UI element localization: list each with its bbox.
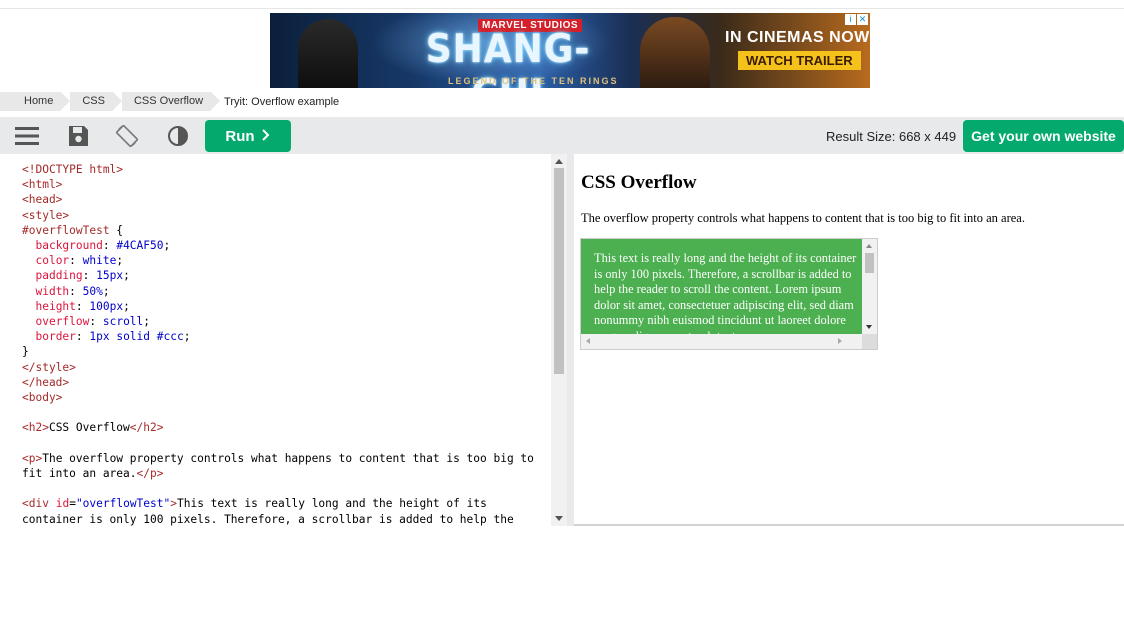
css-val-background: #4CAF50 xyxy=(116,239,164,253)
ad-subtitle: LEGEND OF THE TEN RINGS xyxy=(448,76,619,86)
ad-banner[interactable]: MARVEL STUDIOS SHANG-CHI LEGEND OF THE T… xyxy=(270,13,870,88)
breadcrumb-current: Tryit: Overflow example xyxy=(224,95,340,108)
breadcrumb: Home CSS CSS Overflow Tryit: Overflow ex… xyxy=(0,92,339,111)
css-prop-color: color xyxy=(35,254,70,268)
code-line-4: <style> xyxy=(22,208,70,222)
code-line-2: <html> xyxy=(22,178,63,192)
ad-tagline: IN CINEMAS NOW xyxy=(725,29,870,46)
css-prop-padding: padding xyxy=(35,269,83,283)
scrollbar-corner xyxy=(862,334,877,349)
h2-close-tag: </h2> xyxy=(129,421,164,435)
breadcrumb-css-overflow[interactable]: CSS Overflow xyxy=(121,92,221,111)
code-line-3: <head> xyxy=(22,193,63,207)
ad-character-right xyxy=(640,17,710,88)
scroll-right-icon[interactable] xyxy=(838,338,842,344)
overflow-horizontal-scrollbar[interactable] xyxy=(581,334,862,349)
ad-character-left xyxy=(298,19,358,88)
css-brace-close: } xyxy=(22,345,29,359)
css-val-color: white xyxy=(82,254,117,268)
result-size-label: Result Size: 668 x 449 xyxy=(826,129,957,144)
run-button[interactable]: Run xyxy=(205,120,291,152)
css-val-border: 1px solid #ccc xyxy=(89,330,184,344)
css-val-padding: 15px xyxy=(96,269,124,283)
toolbar: Run Result Size: 668 x 449 Get your own … xyxy=(0,117,1124,154)
get-your-own-website-button[interactable]: Get your own website xyxy=(963,120,1124,152)
h2-text: CSS Overflow xyxy=(48,421,130,435)
scroll-left-icon[interactable] xyxy=(586,338,590,344)
css-prop-height: height xyxy=(35,299,76,313)
code-line-15: </head> xyxy=(22,375,70,389)
result-heading: CSS Overflow xyxy=(581,172,697,193)
scroll-down-icon[interactable] xyxy=(866,325,872,329)
scroll-up-icon[interactable] xyxy=(555,159,563,164)
css-brace-open: { xyxy=(109,223,124,237)
overflow-test-text: This text is really long and the height … xyxy=(594,251,857,343)
run-label: Run xyxy=(225,127,255,145)
code-text[interactable]: <!DOCTYPE html> <html> <head> <style> #o… xyxy=(22,162,547,526)
ad-watch-trailer-button[interactable]: WATCH TRAILER xyxy=(738,51,861,70)
css-selector: #overflowTest xyxy=(22,223,110,237)
overflow-vertical-scrollbar[interactable] xyxy=(862,239,877,334)
editor-scroll-thumb[interactable] xyxy=(554,168,564,374)
css-val-width: 50% xyxy=(82,284,103,298)
breadcrumb-css[interactable]: CSS xyxy=(70,92,122,111)
rotate-icon[interactable] xyxy=(114,123,140,149)
info-icon[interactable]: i xyxy=(845,14,856,25)
editor-scrollbar[interactable] xyxy=(551,154,567,526)
ad-controls: i ✕ xyxy=(845,14,868,25)
result-paragraph: The overflow property controls what happ… xyxy=(581,211,1025,225)
css-prop-border: border xyxy=(35,330,76,344)
scroll-up-icon[interactable] xyxy=(866,244,872,248)
breadcrumb-home[interactable]: Home xyxy=(0,92,71,111)
pane-divider[interactable] xyxy=(567,154,574,526)
chevron-right-icon xyxy=(261,128,271,145)
css-prop-background: background xyxy=(35,239,103,253)
css-prop-overflow: overflow xyxy=(35,315,90,329)
css-prop-width: width xyxy=(35,284,70,298)
save-icon[interactable] xyxy=(65,123,91,149)
code-line-14: </style> xyxy=(22,360,76,374)
div-id-value: "overflowTest" xyxy=(75,497,171,511)
overflow-test-box[interactable]: This text is really long and the height … xyxy=(580,238,878,350)
close-icon[interactable]: ✕ xyxy=(857,14,868,25)
code-editor[interactable]: <!DOCTYPE html> <html> <head> <style> #o… xyxy=(0,154,568,526)
h2-open-tag: <h2> xyxy=(22,421,49,435)
p-open-tag: <p> xyxy=(22,451,43,465)
menu-icon[interactable] xyxy=(14,123,40,149)
code-line-16: <body> xyxy=(22,391,63,405)
result-pane: CSS Overflow The overflow property contr… xyxy=(574,154,1124,526)
top-divider xyxy=(0,8,1124,9)
div-open-tag: <div xyxy=(22,497,49,511)
contrast-icon[interactable] xyxy=(166,123,192,149)
code-line-1: <!DOCTYPE html> xyxy=(22,163,124,176)
p-text: The overflow property controls what happ… xyxy=(22,451,541,481)
css-val-height: 100px xyxy=(89,299,124,313)
div-id-attr: id xyxy=(55,497,70,511)
css-val-overflow: scroll xyxy=(102,315,144,329)
overflow-scroll-thumb[interactable] xyxy=(865,253,874,273)
p-close-tag: </p> xyxy=(136,467,164,481)
scroll-down-icon[interactable] xyxy=(555,516,563,521)
